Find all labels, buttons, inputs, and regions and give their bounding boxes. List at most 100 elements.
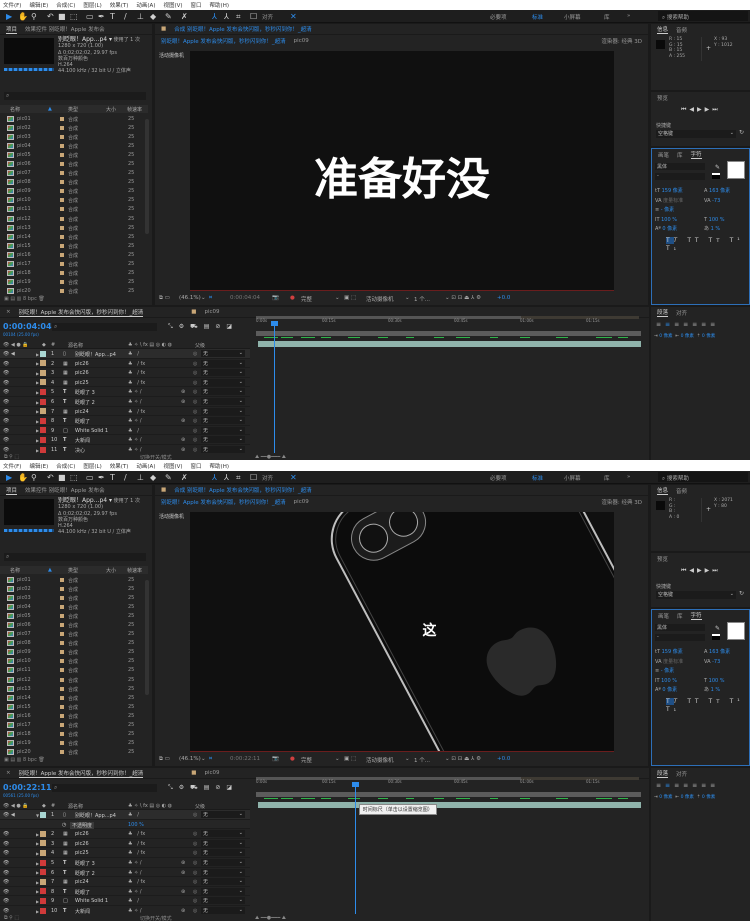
project-item[interactable]: pic12 合成 25 <box>0 675 145 684</box>
label-color[interactable] <box>40 907 46 914</box>
eye-icon[interactable]: 👁 <box>3 841 9 847</box>
label-color[interactable] <box>40 350 46 357</box>
hand-tool-icon[interactable]: ✋ <box>18 473 28 482</box>
views-dropdown[interactable]: 1 个... <box>414 295 430 303</box>
tab-project[interactable]: 项目 <box>6 25 18 34</box>
project-item[interactable]: pic02 合成 25 <box>0 584 145 593</box>
layer-name[interactable]: 眨眼了 2 <box>75 399 95 406</box>
expand-arrow-icon[interactable]: ▶ <box>36 889 39 894</box>
menu-window[interactable]: 窗口 <box>191 1 202 9</box>
indent-right-value[interactable]: 0 像素 <box>681 795 694 800</box>
current-time-field[interactable]: 0:00:22:11 <box>230 756 260 762</box>
parent-pickwhip-icon[interactable]: ◎ <box>193 428 197 434</box>
label-color[interactable] <box>40 878 46 885</box>
expand-arrow-icon[interactable]: ▶ <box>36 861 39 866</box>
font-style-dropdown[interactable]: - <box>655 173 705 180</box>
breadcrumb-main-comp[interactable]: 别眨眼！Apple 发布会快闪版，秒秒闪到你！_超清 <box>161 37 286 45</box>
tab-preview[interactable]: 预览 <box>657 94 668 102</box>
eye-icon[interactable]: 👁 <box>3 908 9 914</box>
project-item[interactable]: pic04 合成 25 <box>0 602 145 611</box>
fill-color-swatch[interactable] <box>727 622 745 640</box>
project-search-input[interactable]: ⌕ <box>4 553 146 561</box>
parent-dropdown[interactable]: 无 ⌄ <box>201 407 245 415</box>
pan-behind-tool-icon[interactable]: ⬚ <box>70 473 78 482</box>
paragraph-align-buttons[interactable]: ≡≡≡≡≡≡≡ <box>656 321 719 328</box>
tab-audio[interactable]: 音频 <box>676 26 687 34</box>
exposure-value[interactable]: +0.0 <box>497 295 510 301</box>
breadcrumb-pic09[interactable]: pic09 <box>294 499 309 505</box>
snapshot-icon[interactable]: 📷 <box>272 295 279 301</box>
motion-blur-icon[interactable]: ⊛ <box>181 437 185 443</box>
eye-icon[interactable]: 👁 <box>3 447 9 453</box>
parent-dropdown[interactable]: 无 ⌄ <box>201 887 245 895</box>
tab-info[interactable]: 信息 <box>657 25 669 34</box>
eye-icon[interactable]: 👁 <box>3 380 9 386</box>
view-axis-icon[interactable]: ⌗ <box>236 473 241 482</box>
roto-brush-tool-icon[interactable]: ✎ <box>165 473 172 482</box>
leading-value[interactable]: 163 像素 <box>709 649 730 655</box>
eye-icon[interactable]: 👁 <box>3 870 9 876</box>
layer-row[interactable]: 👁 ▶ 5 T 眨眼了 3 ♣ ✧ / ⊛ ◎ 无 ⌄ <box>0 858 250 868</box>
menu-edit[interactable]: 编辑(E) <box>29 1 48 9</box>
selection-tool-icon[interactable]: ▶ <box>6 473 12 482</box>
tab-main-comp[interactable]: 别眨眼！Apple 发布会快闪版，秒秒闪到你！_超清 <box>18 308 144 317</box>
baseline-shift-value[interactable]: 0 像素 <box>662 687 677 693</box>
project-item[interactable]: pic09 合成 25 <box>0 648 145 657</box>
shortcut-dropdown[interactable]: 空格键 ⌄ <box>656 130 736 138</box>
parent-dropdown[interactable]: 无 ⌄ <box>201 436 245 444</box>
expand-arrow-icon[interactable]: ▶ <box>36 400 39 405</box>
motion-blur-icon[interactable]: ⊛ <box>181 447 185 453</box>
layer-switches[interactable]: ♣ / fx <box>128 841 145 847</box>
label-color[interactable] <box>40 417 46 424</box>
layer-row[interactable]: 👁 ▶ 10 T 大新闻 ♣ ✧ / ⊛ ◎ 无 ⌄ <box>0 435 250 445</box>
viewer-options-icons[interactable]: ⌄ ⊡ ⊡ ⏏ ⅄ ⚙ <box>445 295 481 301</box>
layer-name[interactable]: 别眨眼！App...p4 <box>75 351 116 358</box>
layer-1-bar[interactable] <box>258 802 641 808</box>
layer-switches[interactable]: ♣ / fx <box>128 370 145 376</box>
label-color[interactable] <box>60 677 64 682</box>
layer-switches[interactable]: ♣ / fx <box>128 850 145 856</box>
expand-arrow-icon[interactable]: ▶ <box>36 851 39 856</box>
expand-arrow-icon[interactable]: ▶ <box>36 428 39 433</box>
label-color[interactable] <box>60 116 64 121</box>
label-color[interactable] <box>60 207 64 212</box>
label-color[interactable] <box>40 379 46 386</box>
label-color[interactable] <box>40 859 46 866</box>
motion-blur-icon[interactable]: ⊛ <box>181 418 185 424</box>
project-item[interactable]: pic06 合成 25 <box>0 159 145 168</box>
menu-file[interactable]: 文件(F) <box>3 462 21 470</box>
layer-switches[interactable]: ♣ ✧ / <box>128 389 142 395</box>
layer-switches[interactable]: ♣ ✧ / <box>128 889 142 895</box>
toggle-switches-modes[interactable]: 切换开关/模式 <box>140 915 172 921</box>
snap-icon[interactable]: ✕ <box>290 473 297 482</box>
eye-icon[interactable]: 👁 <box>3 418 9 424</box>
project-item[interactable]: pic13 合成 25 <box>0 684 145 693</box>
tab-align[interactable]: 对齐 <box>676 770 687 778</box>
label-color[interactable] <box>40 436 46 443</box>
label-color[interactable] <box>60 750 64 755</box>
font-size-value[interactable]: 159 像素 <box>662 649 683 655</box>
footage-name[interactable]: 别眨眼！App...p4 ▾ <box>58 497 112 504</box>
expand-arrow-icon[interactable]: ▶ <box>36 448 39 453</box>
layer-name[interactable]: pic24 <box>75 879 89 885</box>
label-color[interactable] <box>60 586 64 591</box>
tab-effect-controls[interactable]: 效果控件 别眨眼！Apple 发布会 <box>25 486 105 494</box>
workspace-standard[interactable]: 标准 <box>532 474 543 482</box>
tab-pic09[interactable]: pic09 <box>204 770 219 776</box>
vertical-scale-value[interactable]: 100 % <box>661 678 677 684</box>
tab-paint[interactable]: 画笔 <box>658 151 669 159</box>
project-item[interactable]: pic11 合成 25 <box>0 666 145 675</box>
menu-composition[interactable]: 合成(C) <box>56 1 75 9</box>
tab-paragraph[interactable]: 段落 <box>657 308 669 317</box>
layer-name[interactable]: 眨眼了 <box>75 889 90 896</box>
tracking-value[interactable]: -73 <box>712 659 720 665</box>
safe-margins-icon[interactable]: ⌗ <box>209 295 212 302</box>
parent-pickwhip-icon[interactable]: ◎ <box>193 889 197 895</box>
current-time-display[interactable]: 0:00:04:04 <box>3 322 52 331</box>
expand-arrow-icon[interactable]: ▶ <box>36 419 39 424</box>
chevron-down-icon[interactable]: ⌄ <box>201 295 206 301</box>
indent-right-value[interactable]: 0 像素 <box>681 334 694 339</box>
project-item[interactable]: pic07 合成 25 <box>0 169 145 178</box>
bpc-button[interactable]: 8 bpc <box>23 296 37 302</box>
layer-name[interactable]: pic25 <box>75 850 89 856</box>
